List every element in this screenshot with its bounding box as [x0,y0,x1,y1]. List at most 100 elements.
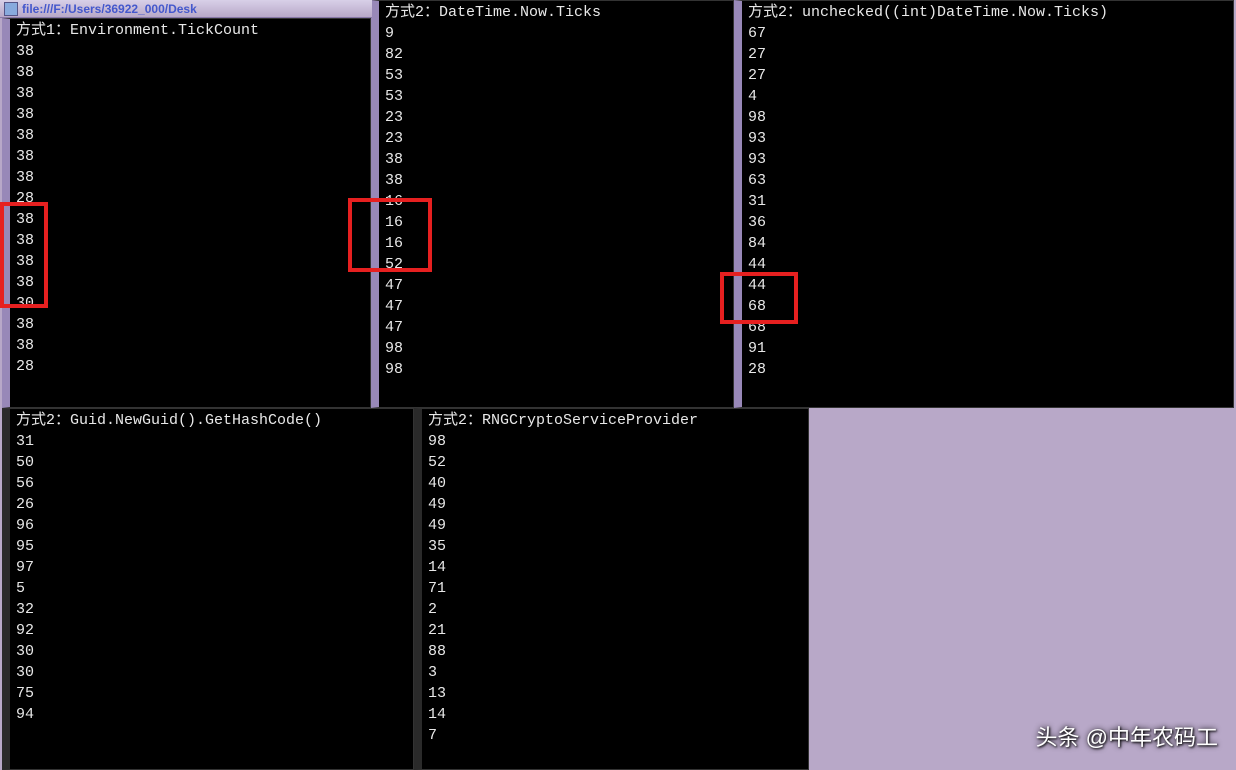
output-line: 38 [385,149,727,170]
output-line: 35 [428,536,802,557]
output-line: 38 [16,251,364,272]
output-lines: 985240494935147122188313147 [428,431,802,746]
output-line: 92 [16,620,407,641]
output-line: 38 [16,209,364,230]
output-line: 38 [16,62,364,83]
console-panel-guid-hashcode[interactable]: 方式2：Guid.NewGuid().GetHashCode() 3150562… [2,408,414,770]
output-line: 28 [16,188,364,209]
output-line: 67 [748,23,1227,44]
output-line: 9 [385,23,727,44]
output-line: 23 [385,107,727,128]
output-line: 38 [16,83,364,104]
output-line: 30 [16,662,407,683]
output-line: 47 [385,275,727,296]
page-icon [4,2,18,16]
output-line: 30 [16,641,407,662]
output-lines: 982535323233838161616524747479898 [385,23,727,380]
output-line: 44 [748,254,1227,275]
output-line: 68 [748,317,1227,338]
output-line: 97 [16,557,407,578]
output-line: 38 [16,314,364,335]
output-line: 95 [16,536,407,557]
output-line: 36 [748,212,1227,233]
output-line: 31 [16,431,407,452]
output-line: 4 [748,86,1227,107]
output-line: 14 [428,557,802,578]
output-line: 14 [428,704,802,725]
output-line: 38 [16,335,364,356]
output-line: 53 [385,65,727,86]
output-line: 96 [16,515,407,536]
window-titlebar-wrapper: file:///F:/Users/36922_000/Desk [0,0,372,18]
panel-title: 方式2：DateTime.Now.Ticks [385,3,727,23]
output-line: 40 [428,473,802,494]
output-line: 84 [748,233,1227,254]
output-line: 38 [16,146,364,167]
output-line: 23 [385,128,727,149]
panel-inner: 方式2：unchecked((int)DateTime.Now.Ticks) 6… [742,1,1233,382]
output-line: 16 [385,233,727,254]
output-line: 50 [16,452,407,473]
output-line: 28 [748,359,1227,380]
output-line: 93 [748,149,1227,170]
output-line: 44 [748,275,1227,296]
output-line: 47 [385,317,727,338]
panel-inner: 方式2：Guid.NewGuid().GetHashCode() 3150562… [10,409,413,727]
console-panel-datetime-now-ticks[interactable]: 方式2：DateTime.Now.Ticks 98253532323383816… [371,0,734,408]
console-panel-environment-tickcount[interactable]: 方式1：Environment.TickCount 38383838383838… [2,18,371,408]
output-line: 5 [16,578,407,599]
window-titlebar[interactable]: file:///F:/Users/36922_000/Desk [0,0,372,18]
output-line: 93 [748,128,1227,149]
output-line: 2 [428,599,802,620]
output-line: 31 [748,191,1227,212]
watermark-text: 头条 @中年农码工 [1036,720,1218,752]
output-line: 32 [16,599,407,620]
output-line: 98 [385,359,727,380]
output-line: 38 [385,170,727,191]
panel-title: 方式1：Environment.TickCount [16,21,364,41]
panel-title: 方式2：unchecked((int)DateTime.Now.Ticks) [748,3,1227,23]
output-line: 30 [16,293,364,314]
panels-container: file:///F:/Users/36922_000/Desk 方式1：Envi… [0,0,1236,770]
output-line: 47 [385,296,727,317]
output-line: 49 [428,515,802,536]
output-line: 3 [428,662,802,683]
output-line: 38 [16,230,364,251]
output-line: 16 [385,191,727,212]
output-line: 53 [385,86,727,107]
output-line: 13 [428,683,802,704]
output-line: 28 [16,356,364,377]
output-line: 63 [748,170,1227,191]
output-lines: 315056269695975329230307594 [16,431,407,725]
output-line: 75 [16,683,407,704]
panel-title: 方式2：RNGCryptoServiceProvider [428,411,802,431]
panel-inner: 方式1：Environment.TickCount 38383838383838… [10,19,370,379]
output-line: 88 [428,641,802,662]
output-line: 26 [16,494,407,515]
output-line: 38 [16,272,364,293]
panel-inner: 方式2：RNGCryptoServiceProvider 98524049493… [422,409,808,748]
output-line: 52 [428,452,802,473]
console-panel-unchecked-int-ticks[interactable]: 方式2：unchecked((int)DateTime.Now.Ticks) 6… [734,0,1234,408]
output-line: 98 [428,431,802,452]
output-line: 94 [16,704,407,725]
output-line: 56 [16,473,407,494]
output-lines: 672727498939363313684444468689128 [748,23,1227,380]
output-lines: 38383838383838283838383830383828 [16,41,364,377]
output-line: 16 [385,212,727,233]
output-line: 91 [748,338,1227,359]
output-line: 68 [748,296,1227,317]
output-line: 38 [16,125,364,146]
output-line: 71 [428,578,802,599]
panel-inner: 方式2：DateTime.Now.Ticks 98253532323383816… [379,1,733,382]
output-line: 52 [385,254,727,275]
console-panel-rngcrypto[interactable]: 方式2：RNGCryptoServiceProvider 98524049493… [414,408,809,770]
output-line: 21 [428,620,802,641]
output-line: 49 [428,494,802,515]
output-line: 27 [748,65,1227,86]
url-text: file:///F:/Users/36922_000/Desk [22,2,197,16]
output-line: 82 [385,44,727,65]
output-line: 98 [385,338,727,359]
output-line: 38 [16,104,364,125]
panel-title: 方式2：Guid.NewGuid().GetHashCode() [16,411,407,431]
